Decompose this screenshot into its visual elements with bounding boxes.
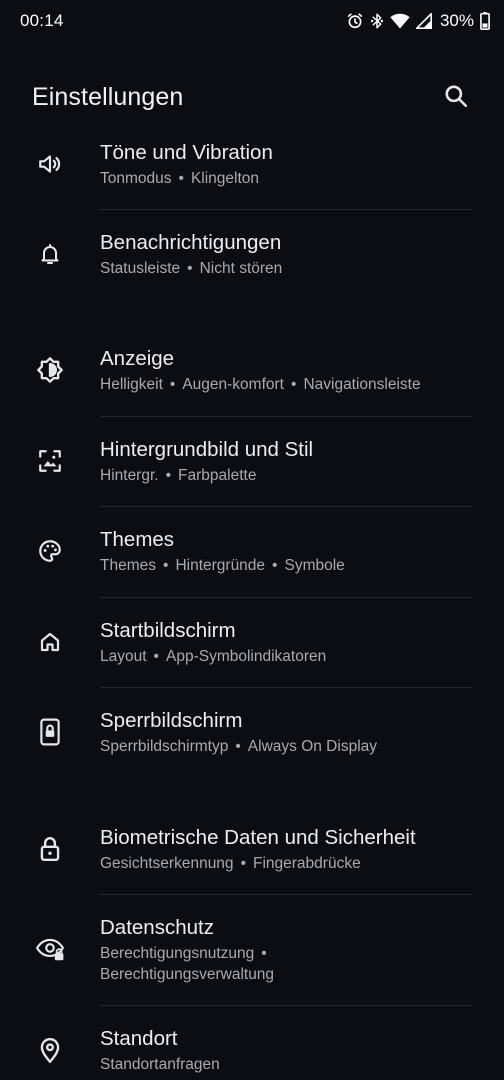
settings-item-lockscreen[interactable]: Sperrbildschirm Sperrbildschirmtyp • Alway… <box>0 706 504 778</box>
settings-item-location[interactable]: Standort Standortanfragen <box>0 1024 504 1080</box>
settings-item-display[interactable]: Anzeige Helligkeit • Augen-komfort • Navigat… <box>0 344 504 416</box>
settings-item-security[interactable]: Biometrische Daten und Sicherheit Gesich… <box>0 823 504 895</box>
search-button[interactable] <box>440 82 472 114</box>
divider <box>100 687 472 688</box>
item-subtitle: Gesichtserkennung • Fingerabdrücke <box>100 855 361 872</box>
item-title: Benachrichtigungen <box>100 231 282 254</box>
settings-item-privacy[interactable]: Datenschutz Berechtigungsnutzung • Berecht… <box>0 913 504 1005</box>
settings-item-sound[interactable]: Töne und Vibration Tonmodus • Klingelton <box>0 138 504 210</box>
signal-icon <box>415 13 432 29</box>
item-subtitle: Berechtigungsnutzung • Berechtigungsverwal… <box>100 945 275 983</box>
lock-icon <box>34 833 66 865</box>
location-icon <box>34 1034 66 1066</box>
wallpaper-icon <box>34 445 66 477</box>
item-title: Startbildschirm <box>100 619 236 642</box>
item-subtitle: Themes • Hintergründe • Symbole <box>100 557 345 574</box>
brightness-icon <box>34 354 66 386</box>
divider <box>100 506 472 507</box>
page-title: Einstellungen <box>32 83 184 111</box>
divider <box>100 597 472 598</box>
item-title: Biometrische Daten und Sicherheit <box>100 826 416 849</box>
status-bar: 00:14 30% <box>0 0 504 44</box>
home-icon <box>34 626 66 658</box>
item-subtitle: Helligkeit • Augen-komfort • Navigationsleis… <box>100 376 421 393</box>
item-subtitle: Hintergr. • Farbpalette <box>100 467 257 484</box>
alarm-icon <box>346 12 364 30</box>
wifi-icon <box>390 12 410 30</box>
status-time: 00:14 <box>20 11 64 30</box>
settings-item-homescreen[interactable]: Startbildschirm Layout • App-Symbolindikat… <box>0 616 504 688</box>
divider <box>100 416 472 417</box>
battery-icon <box>480 12 490 30</box>
search-icon <box>443 83 469 114</box>
divider <box>100 894 472 895</box>
battery-percent: 30% <box>439 11 474 30</box>
item-title: Standort <box>100 1027 178 1050</box>
item-subtitle: Layout • App-Symbolindikatoren <box>100 648 327 665</box>
privacy-eye-icon <box>34 933 66 965</box>
item-title: Hintergrundbild und Stil <box>100 438 314 461</box>
item-subtitle: Tonmodus • Klingelton <box>100 170 260 187</box>
bell-icon <box>34 238 66 270</box>
divider <box>100 209 472 210</box>
settings-item-notifications[interactable]: Benachrichtigungen Statusleiste • Nicht st… <box>0 228 504 300</box>
item-subtitle: Sperrbildschirmtyp • Always On Display <box>100 738 378 755</box>
lockscreen-icon <box>34 716 66 748</box>
item-title: Sperrbildschirm <box>100 709 243 732</box>
volume-icon <box>34 148 66 180</box>
item-title: Töne und Vibration <box>100 141 273 164</box>
item-title: Datenschutz <box>100 916 214 939</box>
bluetooth-icon <box>370 12 384 30</box>
palette-icon <box>34 535 66 567</box>
item-title: Themes <box>100 528 175 551</box>
status-icons: 30% <box>346 10 490 32</box>
item-subtitle: Standortanfragen <box>100 1056 220 1073</box>
settings-item-themes[interactable]: Themes Themes • Hintergründe • Symbole <box>0 525 504 597</box>
item-subtitle: Statusleiste • Nicht stören <box>100 260 283 277</box>
item-title: Anzeige <box>100 347 175 370</box>
divider <box>100 1005 472 1006</box>
settings-item-wallpaper[interactable]: Hintergrundbild und Stil Hintergr. • Farbp… <box>0 435 504 507</box>
